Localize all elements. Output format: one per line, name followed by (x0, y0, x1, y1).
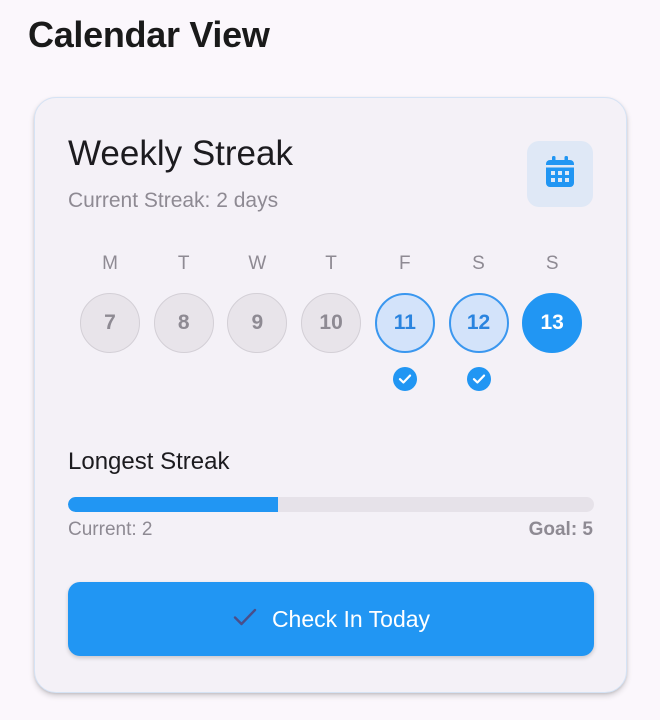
page-title: Calendar View (28, 14, 270, 55)
day-11[interactable]: F 11 (374, 253, 436, 403)
streak-progress-bar (68, 497, 594, 512)
day-letter: S (545, 253, 559, 274)
day-circle[interactable]: 10 (301, 293, 362, 353)
day-circle[interactable]: 11 (374, 293, 435, 353)
calendar-button[interactable] (527, 141, 593, 207)
day-letter: W (248, 253, 267, 274)
day-letter: F (398, 253, 411, 274)
streak-progress-fill (68, 497, 279, 512)
day-circle[interactable]: 8 (153, 293, 214, 353)
longest-streak-title: Longest Streak (68, 448, 230, 475)
day-letter: S (472, 253, 485, 274)
day-10[interactable]: T 10 (300, 253, 362, 403)
day-9[interactable]: W9 (226, 253, 288, 403)
day-13[interactable]: S 13 (521, 253, 583, 403)
goal-label: Goal: 5 (528, 519, 593, 540)
day-circle[interactable]: 13 (522, 293, 583, 353)
day-letter: T (177, 253, 190, 274)
day-7[interactable]: M7 (79, 253, 141, 403)
day-circle[interactable]: 12 (448, 293, 509, 353)
card-title: Weekly Streak (68, 134, 293, 173)
calendar-icon (544, 155, 576, 194)
check-icon (232, 606, 258, 633)
check-circle-icon (392, 367, 417, 391)
check-in-button[interactable]: Check In Today (68, 582, 594, 656)
day-letter: M (102, 253, 118, 274)
check-circle-icon (466, 367, 491, 391)
day-letter: T (325, 253, 337, 274)
day-12[interactable]: S 12 (448, 253, 510, 403)
day-circle[interactable]: 7 (80, 293, 140, 353)
current-streak-text: Current Streak: 2 days (68, 189, 279, 212)
week-days: M 7 T 8 W 9 T 10 F 11 S 12 S 13 (79, 253, 583, 403)
weekly-streak-card: Weekly Streak Current Streak: 2 days M7T… (34, 97, 627, 693)
current-label: Current: 2 (68, 519, 153, 540)
day-circle[interactable]: 9 (227, 293, 288, 353)
day-8[interactable]: T8 (153, 253, 215, 403)
check-in-label: Check In Today (271, 605, 431, 632)
